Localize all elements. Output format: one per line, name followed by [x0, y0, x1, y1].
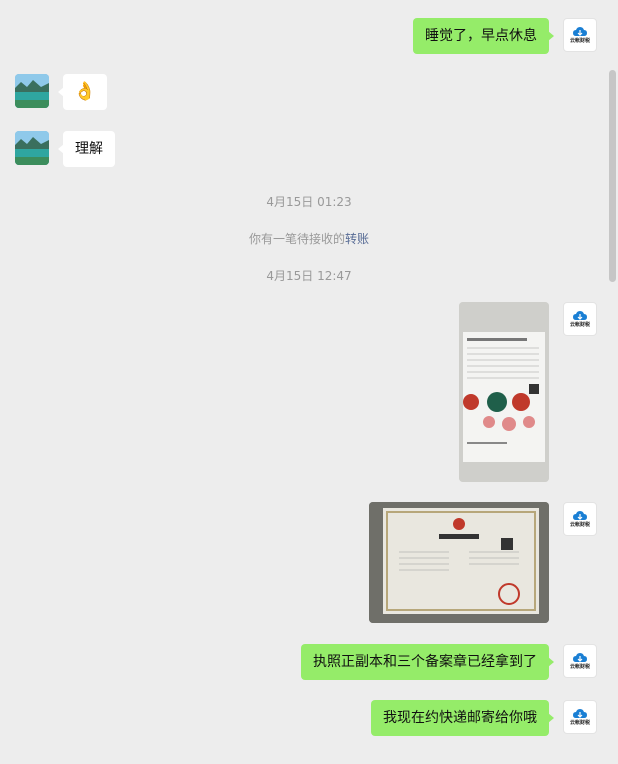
self-avatar[interactable]: 云帐财税 [563, 700, 597, 734]
message-bubble-other[interactable]: 理解 [58, 131, 115, 167]
message-text: 我现在约快递邮寄给你哦 [383, 710, 537, 726]
contact-avatar[interactable] [15, 131, 49, 165]
cloud-logo-icon [573, 652, 587, 662]
system-notice: 你有一笔待接收的转账 [0, 230, 618, 247]
transfer-link[interactable]: 转账 [345, 232, 369, 246]
self-avatar-brand: 云帐财税 [569, 321, 590, 328]
message-text: 理解 [75, 141, 103, 157]
message-bubble-self[interactable]: 执照正副本和三个备案章已经拿到了 [301, 644, 554, 680]
system-notice-text: 你有一笔待接收的 [248, 232, 345, 246]
self-avatar-brand: 云帐财税 [569, 719, 590, 726]
lake-landscape-icon [15, 74, 49, 108]
self-avatar-brand: 云帐财税 [569, 37, 590, 44]
cloud-logo-icon [573, 510, 587, 520]
business-license-photo-icon [369, 502, 549, 623]
message-bubble-self[interactable]: 睡觉了，早点休息 [413, 18, 554, 54]
contact-avatar[interactable] [15, 74, 49, 108]
ok-hand-emoji-icon: 👌 [73, 81, 97, 102]
self-avatar[interactable]: 云帐财税 [563, 302, 597, 336]
message-bubble-other[interactable]: 👌 [58, 74, 107, 110]
self-avatar[interactable]: 云帐财税 [563, 644, 597, 678]
cloud-logo-icon [573, 708, 587, 718]
self-avatar[interactable]: 云帐财税 [563, 502, 597, 536]
message-bubble-self[interactable]: 我现在约快递邮寄给你哦 [371, 700, 554, 736]
cloud-logo-icon [573, 310, 587, 320]
image-message-business-license[interactable] [369, 502, 549, 623]
timestamp: 4月15日 12:47 [0, 267, 618, 284]
lake-landscape-icon [15, 131, 49, 165]
timestamp-text: 4月15日 01:23 [266, 195, 352, 209]
document-photo-icon [459, 302, 549, 482]
cloud-logo-icon [573, 26, 587, 36]
message-text: 执照正副本和三个备案章已经拿到了 [313, 654, 537, 670]
self-avatar-brand: 云帐财税 [569, 521, 590, 528]
self-avatar-brand: 云帐财税 [569, 663, 590, 670]
timestamp-text: 4月15日 12:47 [266, 269, 352, 283]
message-text: 睡觉了，早点休息 [425, 28, 537, 44]
timestamp: 4月15日 01:23 [0, 193, 618, 210]
chat-scrollbar[interactable] [609, 70, 616, 282]
self-avatar[interactable]: 云帐财税 [563, 18, 597, 52]
image-message-document[interactable] [459, 302, 549, 482]
